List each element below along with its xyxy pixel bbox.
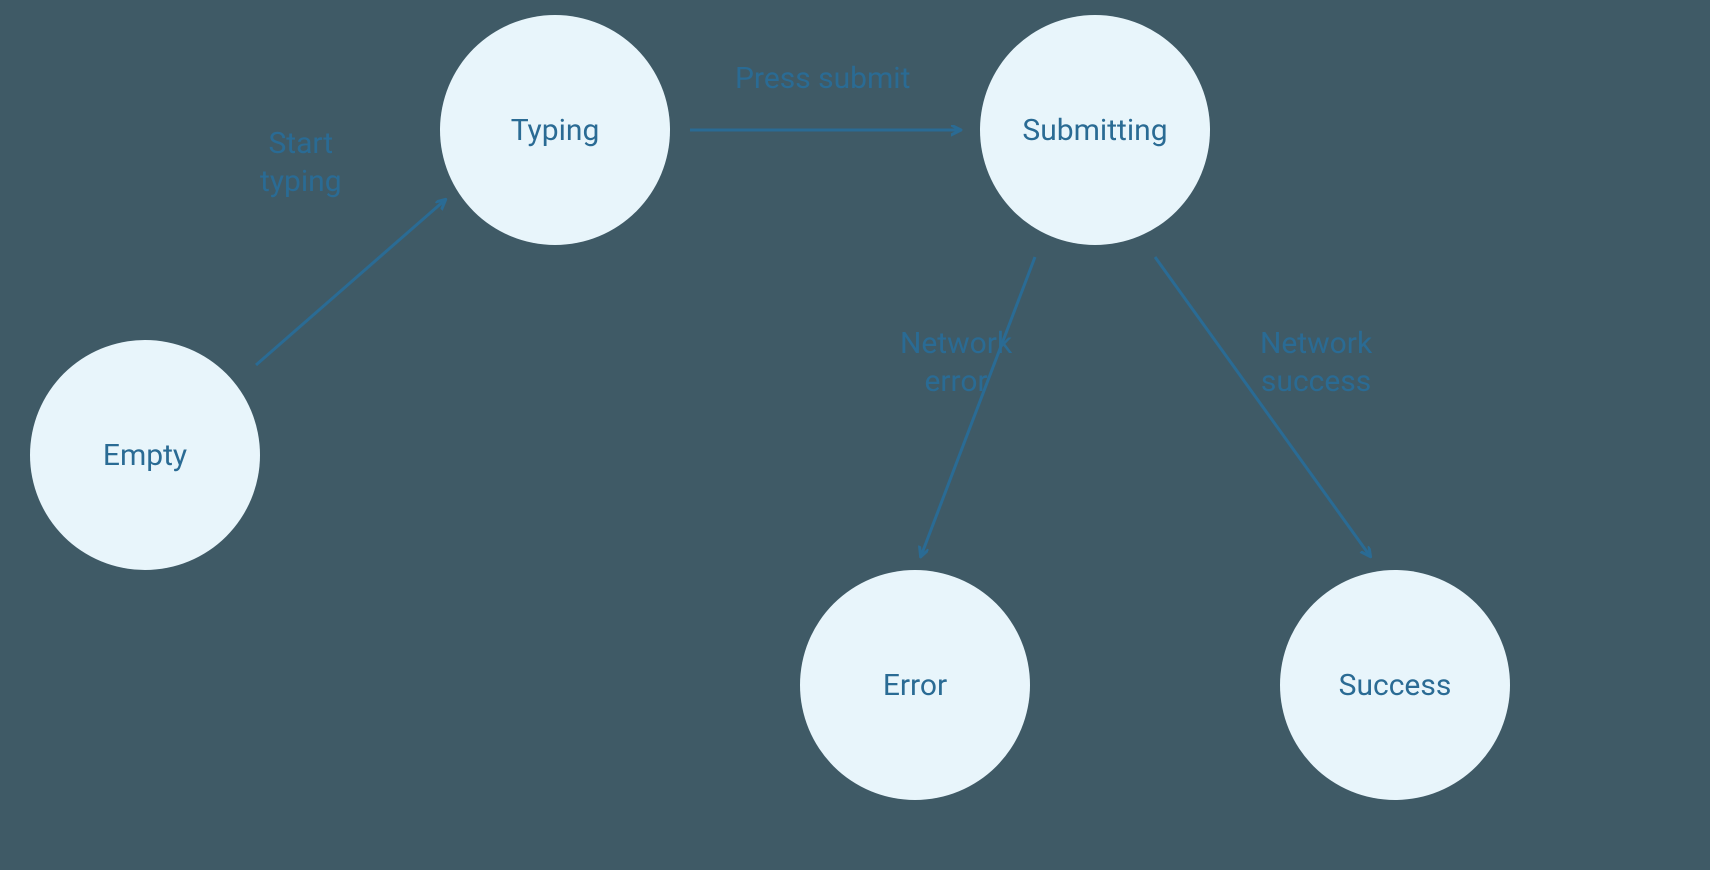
edge-start-typing bbox=[256, 200, 445, 365]
state-label: Success bbox=[1339, 668, 1452, 703]
edge-network-error bbox=[921, 257, 1035, 556]
state-label: Error bbox=[883, 668, 947, 703]
state-node-empty: Empty bbox=[30, 340, 260, 570]
state-label: Empty bbox=[103, 438, 187, 473]
edge-network-success bbox=[1155, 257, 1370, 556]
state-label: Typing bbox=[511, 113, 600, 148]
state-node-success: Success bbox=[1280, 570, 1510, 800]
edge-label-press-submit: Press submit bbox=[735, 60, 910, 98]
state-node-error: Error bbox=[800, 570, 1030, 800]
state-diagram: Empty Typing Submitting Error Success St… bbox=[0, 0, 1710, 870]
state-node-submitting: Submitting bbox=[980, 15, 1210, 245]
edge-label-start-typing: Start typing bbox=[260, 125, 342, 200]
edge-label-network-error: Network error bbox=[900, 325, 1012, 400]
edge-label-network-success: Network success bbox=[1260, 325, 1372, 400]
state-label: Submitting bbox=[1022, 113, 1167, 148]
state-node-typing: Typing bbox=[440, 15, 670, 245]
